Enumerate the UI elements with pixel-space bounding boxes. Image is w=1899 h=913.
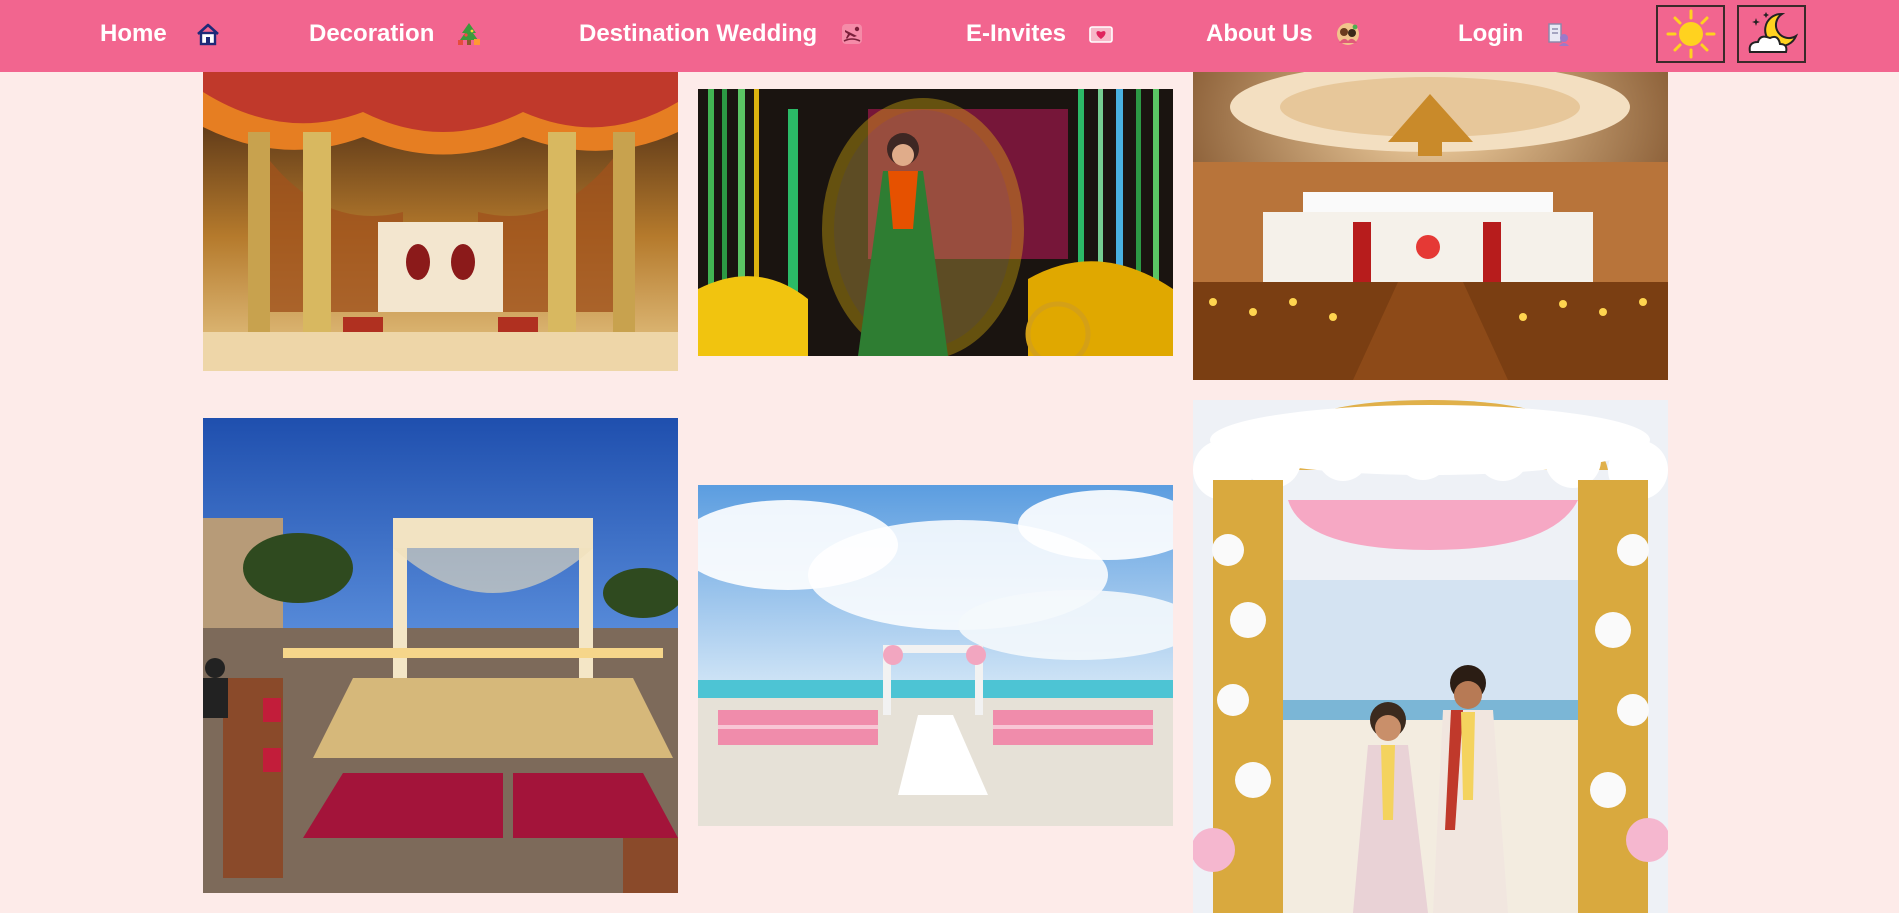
nav-home-label: Home [100, 20, 167, 47]
gallery-image-beach-mandap-couple[interactable] [1193, 400, 1668, 913]
dark-mode-button[interactable] [1737, 5, 1806, 63]
nav-e-invites-label: E-Invites [966, 20, 1067, 47]
gallery-image-bride-carriage[interactable] [698, 89, 1173, 356]
login-user-icon [1545, 21, 1571, 47]
gallery-image-ballroom-mandap[interactable] [1193, 72, 1668, 380]
nav-home[interactable]: Home [100, 0, 221, 68]
nav-about-us-label: About Us [1206, 20, 1313, 47]
christmas-tree-icon [456, 21, 482, 47]
sun-icon [1666, 9, 1715, 59]
house-icon [195, 21, 221, 47]
nav-about-us[interactable]: About Us [1206, 0, 1361, 68]
light-mode-button[interactable] [1656, 5, 1725, 63]
nav-destination-wedding-label: Destination Wedding [579, 20, 818, 47]
gallery-image-beach-aisle[interactable] [698, 485, 1173, 826]
top-navbar: Home Decoration Destination Wedding E-In… [0, 0, 1899, 72]
couple-icon [1335, 21, 1361, 47]
nav-login-label: Login [1458, 20, 1524, 47]
gallery-image-palace-courtyard[interactable] [203, 418, 678, 893]
nav-decoration-label: Decoration [309, 20, 435, 47]
nav-destination-wedding[interactable]: Destination Wedding [579, 0, 865, 68]
nav-e-invites[interactable]: E-Invites [966, 0, 1114, 68]
nav-login[interactable]: Login [1458, 0, 1571, 68]
gallery-image-golden-mandap[interactable] [203, 72, 678, 371]
moon-cloud-icon [1748, 12, 1798, 53]
nav-decoration[interactable]: Decoration [309, 0, 482, 68]
love-letter-icon [1088, 21, 1114, 47]
airplane-destination-icon [839, 21, 865, 47]
